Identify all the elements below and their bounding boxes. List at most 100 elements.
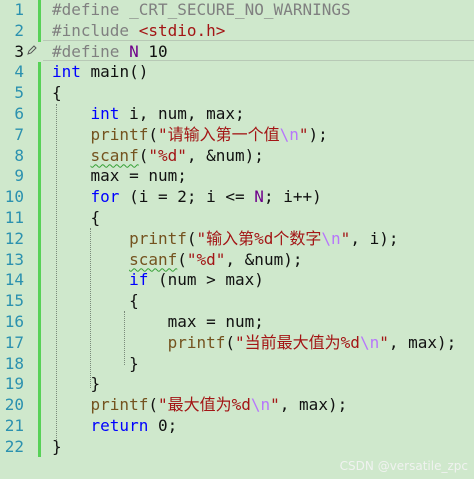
- line-number: 21: [4, 416, 24, 435]
- code-token: scanf: [129, 249, 178, 269]
- code-token: max = num;: [52, 166, 187, 186]
- code-line[interactable]: if (num > max): [52, 270, 264, 291]
- code-token: , i);: [350, 228, 399, 248]
- line-number: 9: [14, 166, 24, 186]
- code-line[interactable]: max = num;: [52, 312, 264, 333]
- code-line[interactable]: max = num;: [52, 166, 187, 187]
- code-token: <stdio.h>: [138, 20, 226, 40]
- code-token: "当前最大值为%d: [235, 332, 360, 352]
- code-token: \n: [250, 395, 271, 415]
- code-token: }: [52, 353, 139, 373]
- line-number: 18: [4, 353, 24, 373]
- code-token: {: [52, 291, 139, 311]
- code-line[interactable]: #include <stdio.h>: [52, 21, 225, 42]
- code-line[interactable]: #define _CRT_SECURE_NO_WARNINGS: [52, 0, 351, 21]
- watermark: CSDN @versatile_zpc: [339, 459, 468, 473]
- line-number: 5: [14, 83, 24, 103]
- code-line[interactable]: }: [52, 354, 139, 375]
- code-token: \n: [279, 124, 299, 144]
- code-token: "%d": [186, 249, 226, 269]
- line-number: 2: [14, 20, 24, 40]
- line-number: 10: [4, 187, 24, 207]
- code-token: main(): [80, 62, 149, 82]
- code-token: N: [254, 187, 264, 207]
- line-number: 13: [4, 249, 24, 269]
- code-line[interactable]: {: [52, 83, 62, 104]
- code-line[interactable]: printf("最大值为%d\n", max);: [52, 395, 348, 416]
- code-token: i, num, max;: [119, 104, 245, 123]
- code-line[interactable]: }: [52, 437, 62, 458]
- line-number: 3: [14, 41, 24, 61]
- code-token: for: [90, 187, 120, 207]
- code-token: }: [52, 436, 62, 456]
- code-line[interactable]: #define N 10: [52, 42, 168, 63]
- code-line[interactable]: printf("当前最大值为%d\n", max);: [52, 332, 457, 354]
- change-indicator-bar: [38, 62, 41, 457]
- code-token: "%d": [148, 145, 187, 165]
- line-number: 16: [4, 312, 24, 331]
- line-number: 19: [4, 374, 24, 394]
- code-editor[interactable]: 1 2 3 4 5 6 7 8 9 10 11 12 13 14 15 16 17 18 19 20 21 22 #def…: [0, 0, 474, 479]
- code-line[interactable]: {: [52, 208, 101, 229]
- code-token: printf: [129, 228, 187, 248]
- code-line[interactable]: printf("输入第%d个数字\n", i);: [52, 229, 398, 250]
- code-token: scanf: [90, 145, 139, 165]
- code-token: ": [298, 124, 309, 144]
- line-number: 4: [14, 62, 24, 82]
- code-token: , &num);: [225, 249, 303, 269]
- code-token: (: [186, 228, 197, 248]
- line-number: 12: [4, 228, 24, 248]
- code-token: if: [129, 270, 149, 290]
- code-token: {: [52, 83, 62, 103]
- code-token: "最大值为%d: [157, 395, 251, 415]
- code-token: ": [270, 395, 280, 415]
- code-token: #define: [52, 41, 130, 61]
- code-line[interactable]: int main(): [52, 62, 148, 83]
- code-line[interactable]: for (i = 2; i <= N; i++): [52, 187, 322, 208]
- code-line[interactable]: return 0;: [52, 416, 178, 437]
- code-line[interactable]: int i, num, max;: [52, 104, 245, 125]
- code-token: "输入第%d个数字: [196, 228, 322, 248]
- code-token: printf: [167, 332, 226, 352]
- code-line[interactable]: {: [52, 291, 139, 312]
- code-token: ": [379, 332, 389, 352]
- code-line[interactable]: scanf("%d", &num);: [52, 250, 302, 271]
- code-token: N: [129, 41, 139, 61]
- code-token: printf: [90, 395, 149, 415]
- code-token: 0;: [148, 416, 178, 435]
- line-number: 11: [4, 208, 24, 227]
- code-token: 10: [138, 41, 168, 61]
- change-indicator-bar: [38, 0, 41, 42]
- code-line[interactable]: scanf("%d", &num);: [52, 146, 264, 167]
- code-token: (: [138, 145, 149, 165]
- code-token: (: [148, 124, 158, 144]
- code-token: \n: [359, 332, 380, 352]
- line-number: 22: [4, 436, 24, 456]
- code-token: (: [148, 395, 158, 415]
- code-token: {: [52, 208, 101, 227]
- code-line[interactable]: printf("请输入第一个值\n");: [52, 125, 328, 146]
- code-token: int: [90, 104, 120, 123]
- code-token: "请输入第一个值: [157, 124, 280, 144]
- code-line[interactable]: }: [52, 374, 101, 395]
- code-token: );: [308, 124, 328, 144]
- line-number: 6: [14, 104, 24, 123]
- line-number-gutter: 1 2 3 4 5 6 7 8 9 10 11 12 13 14 15 16 17 18 19 20 21 22: [0, 0, 38, 479]
- code-token: printf: [90, 124, 149, 144]
- line-number: 7: [14, 124, 24, 144]
- code-token: #define _CRT_SECURE_NO_WARNINGS: [52, 0, 351, 19]
- line-number: 15: [4, 291, 24, 311]
- pencil-icon: [27, 45, 37, 55]
- code-token: , max);: [279, 395, 348, 415]
- code-token: (i = 2; i <=: [119, 187, 255, 207]
- line-number: 20: [4, 395, 24, 415]
